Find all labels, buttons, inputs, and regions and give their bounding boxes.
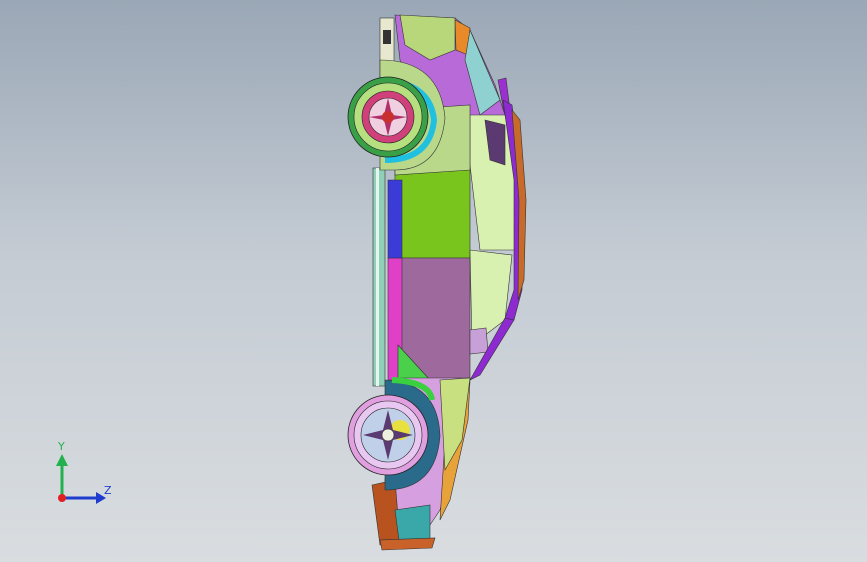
rear-exhaust-tip [383,30,391,44]
axis-triad-graphic [56,454,106,504]
origin-icon [58,494,66,502]
cad-viewport[interactable]: Y Z [0,0,867,562]
mirror [469,327,489,355]
front-wheel [347,394,429,476]
axis-triad: Y Z [40,436,130,516]
y-axis-label: Y [58,440,65,453]
front-lip [379,537,436,551]
rear-wheel [347,76,429,158]
side-skirt-line [376,168,379,386]
car-model[interactable] [0,0,867,562]
y-axis-arrow-icon [56,454,68,466]
z-axis-label: Z [104,484,112,497]
door-upper-green [394,164,471,259]
door-strip-blue [387,179,403,259]
